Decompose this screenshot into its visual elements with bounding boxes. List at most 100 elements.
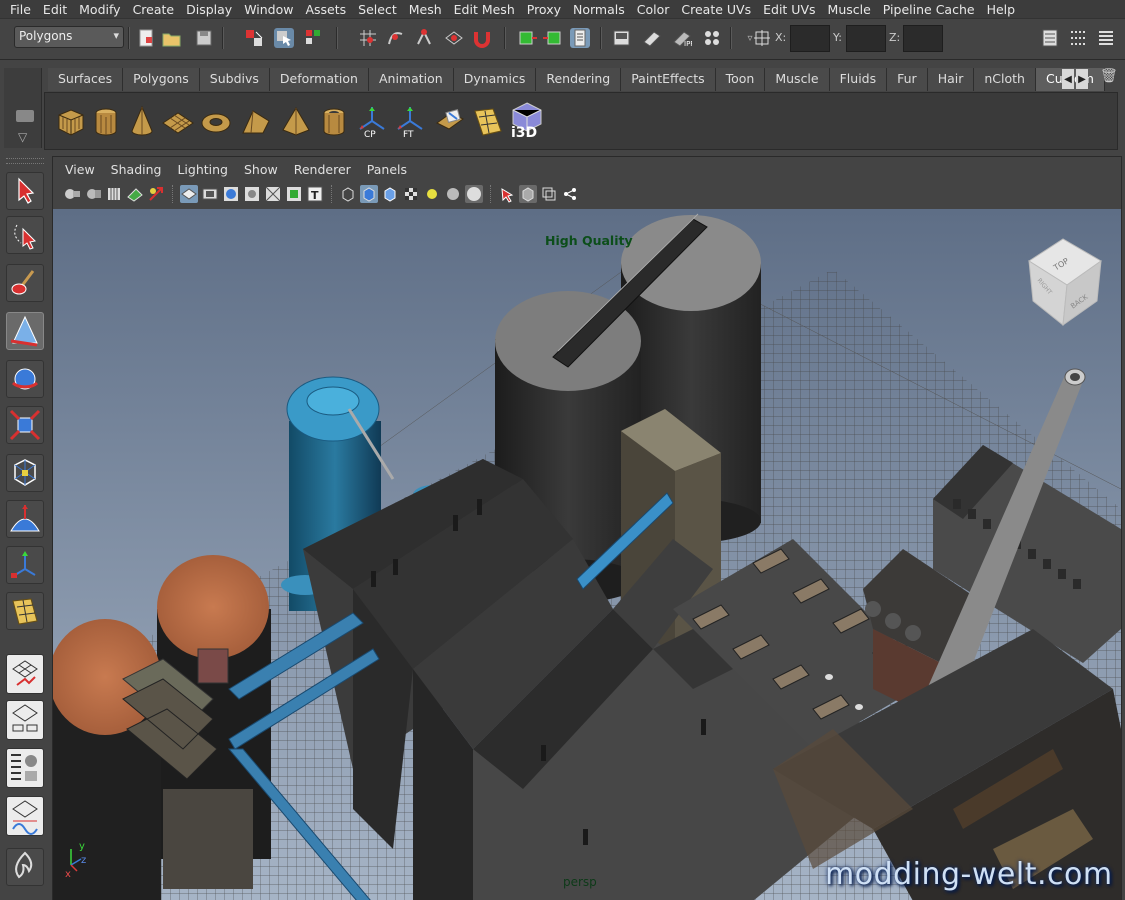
x-field[interactable] <box>790 25 830 52</box>
trash-icon[interactable]: 🗑 <box>1100 68 1120 90</box>
poly-cube-icon[interactable] <box>53 105 87 139</box>
menu-file[interactable]: File <box>4 2 37 17</box>
snap-to-curve-icon[interactable] <box>386 28 406 48</box>
shelf-tab-fur[interactable]: Fur <box>887 68 928 91</box>
shelf-tab-ncloth[interactable]: nCloth <box>974 68 1036 91</box>
film-gate-icon[interactable] <box>201 185 219 203</box>
menu-edit-uvs[interactable]: Edit UVs <box>757 2 821 17</box>
camera-attributes-icon[interactable] <box>84 185 102 203</box>
gate-mask-icon[interactable] <box>243 185 261 203</box>
menu-muscle[interactable]: Muscle <box>822 2 877 17</box>
panel-menu-view[interactable]: View <box>57 162 103 177</box>
smooth-shade-all-icon[interactable] <box>360 185 378 203</box>
shelf-tabs-down-icon[interactable]: ▽ <box>18 130 27 144</box>
menu-assets[interactable]: Assets <box>299 2 352 17</box>
shelf-tab-surfaces[interactable]: Surfaces <box>48 68 124 91</box>
select-object-icon[interactable] <box>274 28 294 48</box>
menu-modify[interactable]: Modify <box>73 2 126 17</box>
scale-tool-icon[interactable] <box>6 406 44 444</box>
snap-to-grid-icon[interactable] <box>358 28 378 48</box>
input-operations-icon[interactable] <box>518 28 538 48</box>
menu-pipeline-cache[interactable]: Pipeline Cache <box>877 2 981 17</box>
backface-culling-icon[interactable] <box>561 185 579 203</box>
i3d-exporter-icon[interactable]: i3D <box>507 99 547 141</box>
shelf-tab-polygons[interactable]: Polygons <box>123 68 200 91</box>
panel-menu-panels[interactable]: Panels <box>359 162 415 177</box>
save-scene-icon[interactable] <box>194 28 214 48</box>
shelf-tab-toon[interactable]: Toon <box>715 68 766 91</box>
paint-select-tool-icon[interactable] <box>6 264 44 302</box>
use-all-lights-icon[interactable] <box>423 185 441 203</box>
menu-proxy[interactable]: Proxy <box>521 2 567 17</box>
menu-display[interactable]: Display <box>180 2 238 17</box>
y-field[interactable] <box>846 25 886 52</box>
image-plane-icon[interactable] <box>126 185 144 203</box>
shelf-tab-animation[interactable]: Animation <box>368 68 454 91</box>
select-component-icon[interactable] <box>304 28 324 48</box>
output-operations-icon[interactable] <box>542 28 562 48</box>
poly-torus-icon[interactable] <box>199 105 233 139</box>
menu-normals[interactable]: Normals <box>567 2 631 17</box>
menu-window[interactable]: Window <box>238 2 299 17</box>
poly-cylinder-icon[interactable] <box>89 105 123 139</box>
center-pivot-icon[interactable]: CP <box>355 105 389 139</box>
open-scene-icon[interactable] <box>162 28 182 48</box>
panel-menu-lighting[interactable]: Lighting <box>169 162 236 177</box>
tool-settings-icon[interactable] <box>1068 28 1088 48</box>
shelf-tab-rendering[interactable]: Rendering <box>536 68 622 91</box>
uv-texture-editor-icon[interactable] <box>6 592 44 630</box>
menu-help[interactable]: Help <box>981 2 1022 17</box>
z-field[interactable] <box>903 25 943 52</box>
persp-graph-layout-icon[interactable] <box>6 796 44 836</box>
ipr-render-icon[interactable]: IPR <box>672 28 692 48</box>
shelf-tab-fluids[interactable]: Fluids <box>829 68 888 91</box>
safe-title-icon[interactable]: T <box>306 185 324 203</box>
poly-prism-icon[interactable] <box>239 105 273 139</box>
menu-edit-mesh[interactable]: Edit Mesh <box>448 2 521 17</box>
poly-cone-icon[interactable] <box>125 105 159 139</box>
resolution-gate-icon[interactable] <box>222 185 240 203</box>
perspective-viewport[interactable]: TOP BACK RIGHT High Quality persp moddin… <box>53 209 1121 900</box>
persp-outliner-layout-icon[interactable] <box>6 748 44 788</box>
soft-modification-tool-icon[interactable] <box>6 500 44 538</box>
shelf-tab-subdivs[interactable]: Subdivs <box>199 68 270 91</box>
show-manipulator-tool-icon[interactable] <box>6 546 44 584</box>
safe-action-icon[interactable] <box>285 185 303 203</box>
xray-joints-icon[interactable] <box>540 185 558 203</box>
menu-mesh[interactable]: Mesh <box>403 2 448 17</box>
scroll-left-icon[interactable]: ◀ <box>1062 69 1074 89</box>
render-settings-icon[interactable] <box>702 28 722 48</box>
select-camera-icon[interactable] <box>63 185 81 203</box>
grid-icon[interactable] <box>180 185 198 203</box>
render-view-icon[interactable] <box>612 28 632 48</box>
panel-menu-shading[interactable]: Shading <box>103 162 170 177</box>
absolute-transform-icon[interactable] <box>752 28 772 48</box>
new-scene-icon[interactable] <box>136 28 156 48</box>
menu-set-dropdown[interactable]: Polygons ▾ <box>14 26 124 48</box>
shelf-tab-hair[interactable]: Hair <box>927 68 975 91</box>
lasso-tool-icon[interactable] <box>6 216 44 254</box>
poly-pipe-icon[interactable] <box>317 105 351 139</box>
construction-history-icon[interactable] <box>570 28 590 48</box>
wireframe-icon[interactable] <box>339 185 357 203</box>
select-tool-icon[interactable] <box>6 172 44 210</box>
scroll-right-icon[interactable]: ▶ <box>1076 69 1088 89</box>
menu-edit[interactable]: Edit <box>37 2 73 17</box>
shelf-tab-deformation[interactable]: Deformation <box>269 68 369 91</box>
channel-box-icon[interactable] <box>1096 28 1116 48</box>
panel-menu-renderer[interactable]: Renderer <box>286 162 359 177</box>
select-hierarchy-icon[interactable] <box>244 28 264 48</box>
uv-planar-icon[interactable] <box>433 105 467 139</box>
isolate-select-icon[interactable] <box>498 185 516 203</box>
shelf-tab-muscle[interactable]: Muscle <box>765 68 830 91</box>
wireframe-on-shaded-icon[interactable] <box>381 185 399 203</box>
shelf-tab-dynamics[interactable]: Dynamics <box>453 68 537 91</box>
menu-select[interactable]: Select <box>352 2 403 17</box>
shelf-editor-handle[interactable]: ▽ <box>4 68 42 148</box>
textured-icon[interactable] <box>402 185 420 203</box>
hypershade-flame-icon[interactable] <box>6 848 44 886</box>
move-tool-icon[interactable] <box>6 312 44 350</box>
rotate-tool-icon[interactable] <box>6 360 44 398</box>
single-perspective-layout-icon[interactable] <box>6 654 44 694</box>
2d-pan-zoom-icon[interactable] <box>147 185 165 203</box>
